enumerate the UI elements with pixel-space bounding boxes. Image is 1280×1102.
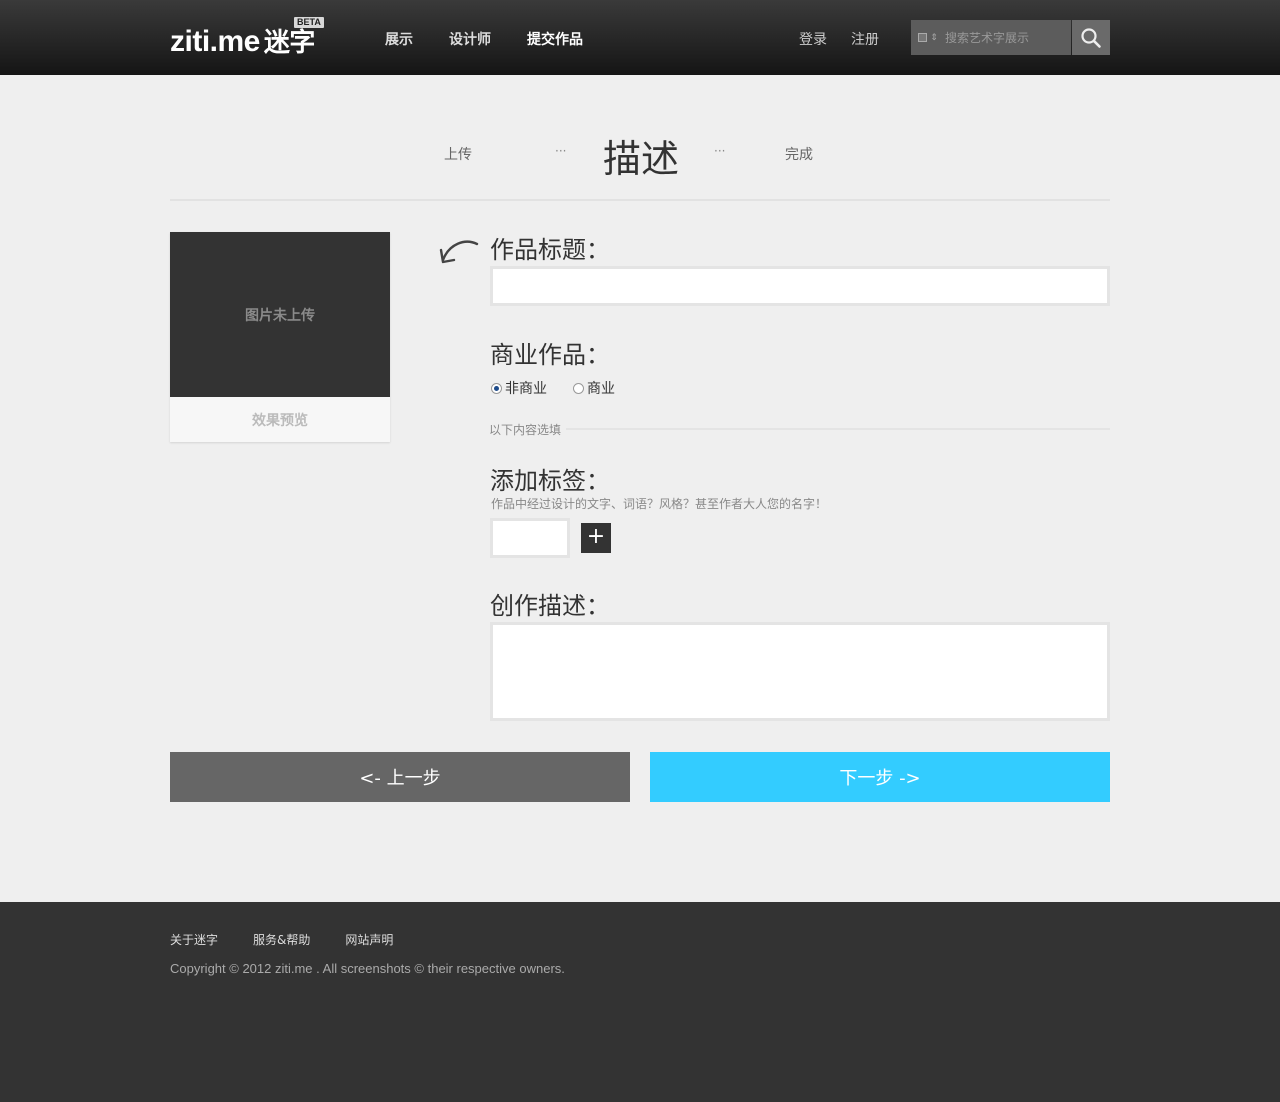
main-nav: 展示 设计师 提交作品 <box>385 29 583 49</box>
footer-link-statement[interactable]: 网站声明 <box>345 931 393 948</box>
radio-checked-icon <box>491 382 502 394</box>
updown-arrow-icon: ⇕ <box>930 32 938 43</box>
beta-badge: BETA <box>294 17 324 28</box>
preview-card: 图片未上传 效果预览 <box>170 232 390 442</box>
step-indicator: 上传 ··· 描述 ··· 完成 <box>0 126 1280 186</box>
step-upload: 上传 <box>444 147 472 163</box>
logo-latin: ziti.me <box>170 25 260 58</box>
search-box: ⇕ <box>911 20 1071 55</box>
tags-label: 添加标签： <box>490 467 610 495</box>
preview-caption: 效果预览 <box>170 397 390 442</box>
divider <box>170 199 1110 201</box>
tags-hint: 作品中经过设计的文字、词语？风格？甚至作者大人您的名字！ <box>491 497 828 511</box>
optional-section-label: 以下内容选填 <box>489 423 562 437</box>
logo-cn: 迷字 <box>263 27 316 57</box>
preview-image: 图片未上传 <box>170 232 390 397</box>
radio-noncommercial[interactable]: 非商业 <box>491 378 547 398</box>
top-header: ziti.me 迷字 BETA 展示 设计师 提交作品 登录 注册 ⇕ <box>0 0 1280 75</box>
logo[interactable]: ziti.me 迷字 <box>170 22 315 59</box>
login-link[interactable]: 登录 <box>799 29 827 49</box>
title-label: 作品标题： <box>490 236 610 264</box>
description-textarea[interactable] <box>490 622 1110 721</box>
nav-showcase[interactable]: 展示 <box>385 29 413 49</box>
copyright: Copyright © 2012 ziti.me . All screensho… <box>170 961 565 976</box>
next-step-button[interactable]: 下一步 -> <box>650 752 1110 802</box>
radio-commercial[interactable]: 商业 <box>573 378 615 398</box>
auth-links: 登录 注册 <box>799 29 879 49</box>
scope-icon <box>918 33 928 42</box>
nav-designers[interactable]: 设计师 <box>449 29 491 49</box>
radio-noncommercial-label: 非商业 <box>505 381 547 397</box>
step-separator: ··· <box>714 144 726 158</box>
description-label: 创作描述： <box>490 592 610 620</box>
footer-link-about[interactable]: 关于迷字 <box>170 931 218 948</box>
tag-input[interactable] <box>490 518 570 558</box>
step-complete: 完成 <box>785 147 813 163</box>
register-link[interactable]: 注册 <box>851 29 879 49</box>
step-describe-current: 描述 <box>603 137 680 181</box>
commercial-radio-group: 非商业 商业 <box>491 378 615 398</box>
optional-divider <box>566 428 1110 430</box>
nav-submit-work[interactable]: 提交作品 <box>527 29 583 49</box>
step-separator: ··· <box>555 144 567 158</box>
radio-commercial-label: 商业 <box>587 381 615 397</box>
search-scope-select[interactable]: ⇕ <box>911 20 945 55</box>
search-button[interactable] <box>1072 20 1110 55</box>
footer-links: 关于迷字 服务&帮助 网站声明 <box>170 931 393 948</box>
title-input[interactable] <box>490 266 1110 306</box>
add-tag-button[interactable]: + <box>581 523 611 553</box>
radio-unchecked-icon <box>573 382 584 394</box>
footer: 关于迷字 服务&帮助 网站声明 Copyright © 2012 ziti.me… <box>0 902 1280 1102</box>
commercial-label: 商业作品： <box>490 341 610 369</box>
previous-step-button[interactable]: <- 上一步 <box>170 752 630 802</box>
curved-arrow-icon <box>439 240 479 264</box>
search-input[interactable] <box>945 30 1065 45</box>
footer-link-help[interactable]: 服务&帮助 <box>253 931 310 948</box>
search-icon <box>1081 27 1101 48</box>
